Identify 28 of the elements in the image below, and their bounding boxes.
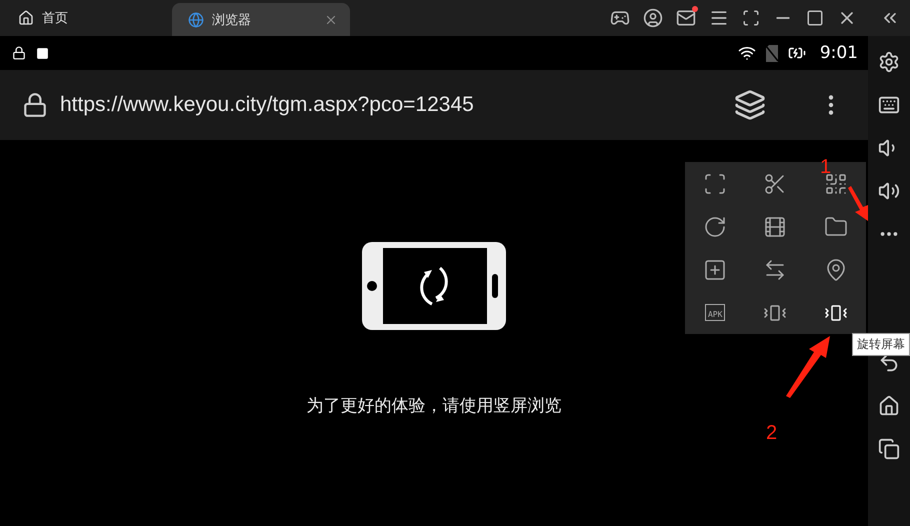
add-window-icon[interactable] bbox=[703, 258, 728, 282]
qr-code-icon[interactable] bbox=[824, 172, 848, 196]
settings-icon[interactable] bbox=[878, 50, 900, 72]
no-sim-icon bbox=[766, 44, 778, 62]
frame-icon[interactable] bbox=[703, 172, 728, 196]
tab[interactable]: 浏览器 bbox=[172, 3, 350, 36]
mail-icon[interactable] bbox=[676, 8, 696, 28]
maximize-icon[interactable] bbox=[806, 9, 824, 27]
film-icon[interactable] bbox=[763, 214, 788, 238]
annotation-number: 1 bbox=[820, 156, 832, 179]
folder-icon[interactable] bbox=[824, 214, 848, 238]
rotate-arrow-icon[interactable] bbox=[703, 214, 728, 238]
rotate-hint: 为了更好的体验，请使用竖屏浏览 bbox=[306, 395, 562, 417]
tab[interactable]: 首页 bbox=[0, 0, 172, 36]
arrow-drawing bbox=[848, 186, 870, 222]
secure-site-icon bbox=[22, 92, 48, 118]
clock: 9:01 bbox=[820, 43, 858, 63]
wifi-icon bbox=[738, 44, 756, 62]
home-icon bbox=[18, 10, 34, 26]
home-icon[interactable] bbox=[878, 394, 900, 416]
resize-icon[interactable] bbox=[742, 9, 760, 27]
annotation-number: 2 bbox=[766, 422, 778, 445]
apk-install-button[interactable]: APK bbox=[704, 304, 726, 321]
tooltip: 旋转屏幕 bbox=[852, 333, 910, 356]
tabs-icon[interactable] bbox=[734, 89, 766, 121]
globe-icon bbox=[188, 12, 204, 28]
user-icon[interactable] bbox=[643, 8, 663, 28]
recent-apps-icon[interactable] bbox=[878, 438, 900, 460]
